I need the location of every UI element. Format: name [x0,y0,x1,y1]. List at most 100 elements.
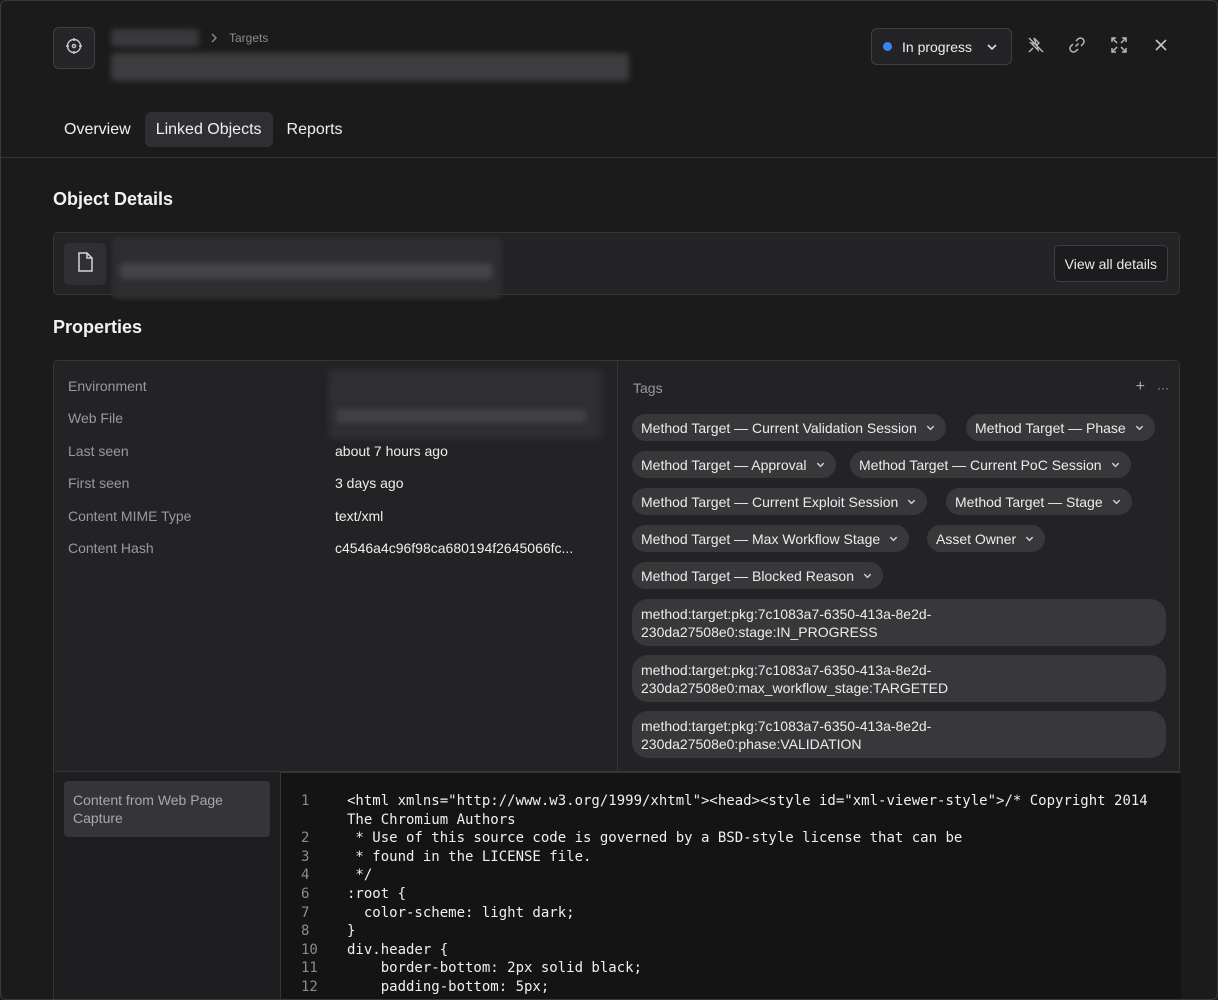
prop-value: about 7 hours ago [335,443,448,459]
tag-label: Method Target — Current PoC Session [859,456,1102,473]
tag-label: Method Target — Approval [641,456,807,473]
line-number: 6 [301,886,310,902]
prop-value[interactable]: c4546a4c96f98ca680194f2645066fc... [335,540,573,556]
tag-chip[interactable]: Method Target — Approval [632,451,836,478]
code-text: padding-bottom: 5px; [347,979,550,995]
object-title-redacted [111,53,629,81]
tag-chip[interactable]: Method Target — Current Validation Sessi… [632,414,946,441]
line-number: 2 [301,830,310,847]
prop-label: Last seen [68,443,129,459]
chevron-down-icon [985,40,999,59]
tag-chip[interactable]: Method Target — Blocked Reason [632,562,883,589]
prop-value: 3 days ago [335,475,404,491]
raw-tag-line: 230da27508e0:phase:VALIDATION [641,736,862,752]
expand-icon[interactable] [1108,34,1130,56]
tag-label: Method Target — Max Workflow Stage [641,530,881,547]
environment-webfile-redacted[interactable] [328,369,602,439]
file-icon [75,251,95,278]
content-source-tab[interactable]: Content from Web Page Capture [64,781,270,837]
prop-label: Content Hash [68,540,154,556]
chevron-down-icon [1110,459,1121,470]
tab-overview[interactable]: Overview [53,112,142,147]
breadcrumb-parent-redacted[interactable] [111,29,199,47]
line-number: 8 [301,923,310,940]
code-text: border-bottom: 2px solid black; [347,960,643,977]
code-text: div.header { [347,941,449,958]
close-icon[interactable] [1150,34,1172,56]
chevron-down-icon [862,570,873,581]
tag-chip[interactable]: Asset Owner [927,525,1046,552]
tag-chip[interactable]: Method Target — Current Exploit Session [632,488,928,515]
code-text: <html xmlns="http://www.w3.org/1999/xhtm… [347,793,1148,809]
tag-chip[interactable]: Method Target — Current PoC Session [850,451,1131,478]
line-number: 7 [301,904,310,921]
tag-label: Method Target — Blocked Reason [641,567,854,584]
code-text: :root { [347,886,407,902]
line-number: 11 [301,960,318,977]
prop-label: First seen [68,475,130,491]
chevron-right-icon [207,31,221,45]
webfile-value-redacted [336,409,586,423]
more-options-icon[interactable]: ··· [1157,378,1169,398]
file-icon-button[interactable] [64,243,106,285]
code-text: * found in the LICENSE file. [347,848,592,865]
panel-header: Targets In progress Overview Linked Obje… [1,1,1217,158]
properties-card: Environment Web File Last seen about 7 h… [53,360,1180,772]
raw-tag-line: method:target:pkg:7c1083a7-6350-413a-8e2… [641,718,932,734]
code-text: */ [347,867,373,884]
raw-tag[interactable]: method:target:pkg:7c1083a7-6350-413a-8e2… [632,655,1166,702]
prop-row-first-seen: First seen 3 days ago [68,475,608,495]
prop-value: text/xml [335,508,384,524]
line-number: 3 [301,848,310,865]
code-text: color-scheme: light dark; [347,904,575,921]
tag-chip[interactable]: Method Target — Stage [946,488,1132,515]
prop-label: Web File [68,410,123,426]
chevron-down-icon [1134,422,1145,433]
add-tag-icon[interactable]: + [1136,378,1145,398]
raw-tag-line: method:target:pkg:7c1083a7-6350-413a-8e2… [641,606,932,622]
tag-label: Asset Owner [936,530,1017,547]
line-number: 1 [301,793,310,809]
prop-row-mime-type: Content MIME Type text/xml [68,508,608,528]
content-sidebar: Content from Web Page Capture [54,772,280,999]
chevron-down-icon [925,422,936,433]
status-label: In progress [902,38,973,55]
view-all-details-button[interactable]: View all details [1053,245,1168,282]
code-text: * Use of this source code is governed by… [347,830,963,847]
tab-bar: Overview Linked Objects Reports [53,112,357,147]
unpin-icon[interactable] [1025,34,1047,56]
raw-tag-line: 230da27508e0:stage:IN_PROGRESS [641,624,878,640]
properties-heading: Properties [53,317,143,337]
tab-linked-objects[interactable]: Linked Objects [144,112,273,147]
tag-label: Method Target — Phase [975,419,1126,436]
target-panel: Targets In progress Overview Linked Obje… [0,0,1218,1000]
crosshair-icon [65,37,83,60]
raw-tag[interactable]: method:target:pkg:7c1083a7-6350-413a-8e2… [632,711,1166,758]
tag-label: Method Target — Current Exploit Session [641,493,899,510]
link-icon[interactable] [1066,34,1088,56]
breadcrumb-current[interactable]: Targets [229,31,268,45]
tag-chip[interactable]: Method Target — Max Workflow Stage [632,525,910,552]
object-details-heading: Object Details [53,189,174,209]
line-number: 10 [301,941,318,958]
raw-tag-line: 230da27508e0:max_workflow_stage:TARGETED [641,680,949,696]
prop-row-content-hash: Content Hash c4546a4c96f98ca680194f26450… [68,540,608,560]
raw-tag[interactable]: method:target:pkg:7c1083a7-6350-413a-8e2… [632,599,1166,646]
tags-heading: Tags [633,380,663,396]
chevron-down-icon [888,533,899,544]
line-number: 4 [301,867,310,884]
code-viewer[interactable]: 1 <html xmlns="http://www.w3.org/1999/xht… [280,772,1181,999]
line-number: 12 [301,979,318,995]
prop-row-last-seen: Last seen about 7 hours ago [68,443,608,463]
tab-reports[interactable]: Reports [276,112,354,147]
tag-label: Method Target — Stage [955,493,1103,510]
object-card: View all details [53,232,1180,299]
object-subtitle-redacted [120,263,492,279]
chevron-down-icon [815,459,826,470]
tag-chip[interactable]: Method Target — Phase [966,414,1155,441]
tags-actions: + ··· [1136,378,1169,398]
chevron-down-icon [1111,496,1122,507]
target-type-button[interactable] [53,27,95,69]
code-text: } [347,923,356,940]
status-dropdown[interactable]: In progress [871,28,1012,65]
